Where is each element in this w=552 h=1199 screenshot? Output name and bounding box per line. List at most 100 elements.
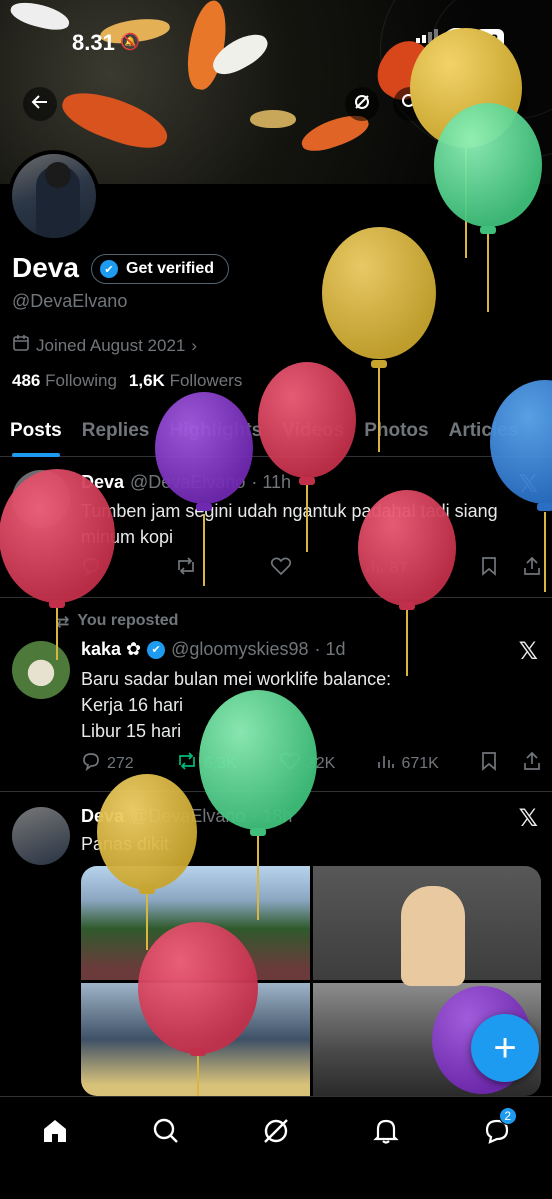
battery-indicator: 78	[476, 28, 504, 49]
media-photo-street[interactable]	[81, 866, 310, 980]
joined-date[interactable]: Joined August 2021 ›	[12, 334, 197, 357]
compose-plus-icon: +	[493, 1025, 517, 1070]
tab-articles[interactable]: Articles	[439, 405, 529, 457]
tab-posts[interactable]: Posts	[0, 405, 72, 457]
followers-label: Followers	[169, 371, 243, 390]
post-author-handle: @DevaElvano	[130, 472, 246, 492]
views-count: 87	[389, 559, 408, 577]
views-stat[interactable]: 671K	[377, 752, 439, 775]
x-logo-icon: 𝕏	[518, 471, 538, 498]
tab-videos[interactable]: Videos	[272, 405, 354, 457]
following-stat[interactable]: 486 Following	[12, 371, 117, 391]
like-count: 32K	[306, 754, 336, 772]
post-header: Deva @DevaElvano · 18h	[81, 806, 292, 827]
status-icons: 78	[416, 27, 504, 49]
nav-grok[interactable]	[256, 1113, 296, 1153]
search-icon	[401, 93, 419, 116]
views-count: 671K	[401, 754, 439, 772]
get-verified-label: Get verified	[126, 260, 215, 277]
tab-photos[interactable]: Photos	[354, 405, 438, 457]
media-photo-cat[interactable]	[312, 866, 541, 986]
bell-icon	[372, 1117, 400, 1150]
retweet-icon: ⇄	[56, 614, 70, 631]
post-1[interactable]: Deva @DevaElvano · 11h 𝕏 Tumben jam segi…	[0, 458, 552, 598]
status-time: 8.31	[72, 30, 115, 55]
like-icon	[270, 556, 292, 581]
profile-handle: @DevaElvano	[12, 291, 128, 311]
post-header: kaka ✿ ✔ @gloomyskies98 · 1d	[81, 639, 346, 660]
search-icon	[152, 1117, 180, 1150]
like-button[interactable]: 32K	[279, 751, 335, 776]
edit-button[interactable]: ✎	[445, 87, 479, 121]
repost-indicator: ⇄ You reposted	[56, 612, 178, 632]
views-icon	[377, 752, 395, 775]
search-button[interactable]	[393, 87, 427, 121]
signal-icon	[416, 29, 439, 48]
wifi-icon	[446, 27, 469, 49]
retweet-button[interactable]	[175, 556, 197, 581]
profile-banner: 8.31 🔕 78 ✎ ⇪	[0, 0, 552, 184]
edit-icon: ✎	[454, 93, 470, 114]
post-text: Baru sadar bulan mei worklife balance: K…	[81, 666, 391, 744]
get-verified-button[interactable]: ✔ Get verified	[91, 254, 230, 284]
verified-icon: ✔	[100, 260, 118, 278]
share-icon[interactable]	[523, 751, 541, 776]
post-time: · 1d	[314, 639, 346, 659]
retweet-icon	[176, 751, 198, 776]
post-text: Panas dikit	[81, 834, 170, 854]
nav-home[interactable]	[35, 1113, 75, 1153]
retweet-icon	[175, 556, 197, 581]
bottom-navigation: 2	[0, 1096, 552, 1199]
post-avatar[interactable]	[12, 641, 70, 699]
followers-count: 1,6K	[128, 371, 165, 390]
share-icon[interactable]	[523, 556, 541, 581]
following-label: Following	[45, 371, 117, 390]
nav-notifications[interactable]	[366, 1113, 406, 1153]
bookmark-icon[interactable]	[481, 751, 497, 776]
followers-stat[interactable]: 1,6K Followers	[129, 371, 242, 391]
share-profile-button[interactable]: ⇪	[494, 87, 528, 121]
post-actions: 87	[81, 556, 541, 581]
reply-button[interactable]	[81, 556, 101, 581]
chevron-right-icon: ›	[191, 335, 198, 355]
media-photo-drink[interactable]	[81, 982, 310, 1096]
grok-icon	[262, 1117, 290, 1150]
post-2[interactable]: ⇄ You reposted kaka ✿ ✔ @gloomyskies98 ·…	[0, 599, 552, 792]
post-author-name[interactable]: Deva	[81, 806, 124, 827]
post-time: · 18h	[251, 806, 293, 826]
post-avatar[interactable]	[12, 470, 70, 528]
post-text-line: Kerja 16 hari	[81, 695, 184, 715]
post-text-line: Baru sadar bulan mei worklife balance:	[81, 669, 392, 689]
views-icon	[366, 557, 384, 580]
retweet-button[interactable]: 6,3K	[176, 751, 237, 776]
nav-search[interactable]	[146, 1113, 186, 1153]
joined-label: Joined August 2021	[36, 335, 186, 355]
profile-name: Deva	[12, 252, 79, 283]
post-avatar[interactable]	[12, 807, 70, 865]
compose-button[interactable]: +	[471, 1014, 539, 1082]
bookmark-icon[interactable]	[481, 556, 497, 581]
nav-messages[interactable]: 2	[477, 1107, 517, 1153]
tab-highlights[interactable]: Highlights	[159, 405, 272, 457]
profile-avatar[interactable]	[8, 150, 100, 242]
grok-icon	[353, 93, 371, 116]
post-media-grid[interactable]	[81, 866, 541, 1096]
back-button[interactable]	[23, 87, 57, 121]
follow-stats: 486 Following 1,6K Followers	[12, 371, 242, 391]
reply-icon	[81, 751, 101, 776]
verified-icon: ✔	[147, 640, 166, 659]
share-icon: ⇪	[503, 93, 519, 114]
like-button[interactable]	[270, 556, 292, 581]
post-author-name[interactable]: kaka ✿	[81, 639, 141, 660]
silent-bell-icon: 🔕	[120, 34, 140, 51]
reply-button[interactable]: 272	[81, 751, 134, 776]
post-author-name[interactable]: Deva	[81, 472, 124, 493]
views-stat[interactable]: 87	[366, 557, 408, 580]
tab-replies[interactable]: Replies	[72, 405, 160, 457]
post-text-line: Libur 15 hari	[81, 721, 182, 741]
grok-button[interactable]	[345, 87, 379, 121]
back-arrow-icon	[31, 93, 49, 116]
messages-badge: 2	[498, 1107, 517, 1125]
post-author-handle: @gloomyskies98	[171, 639, 309, 659]
like-icon	[279, 751, 301, 776]
